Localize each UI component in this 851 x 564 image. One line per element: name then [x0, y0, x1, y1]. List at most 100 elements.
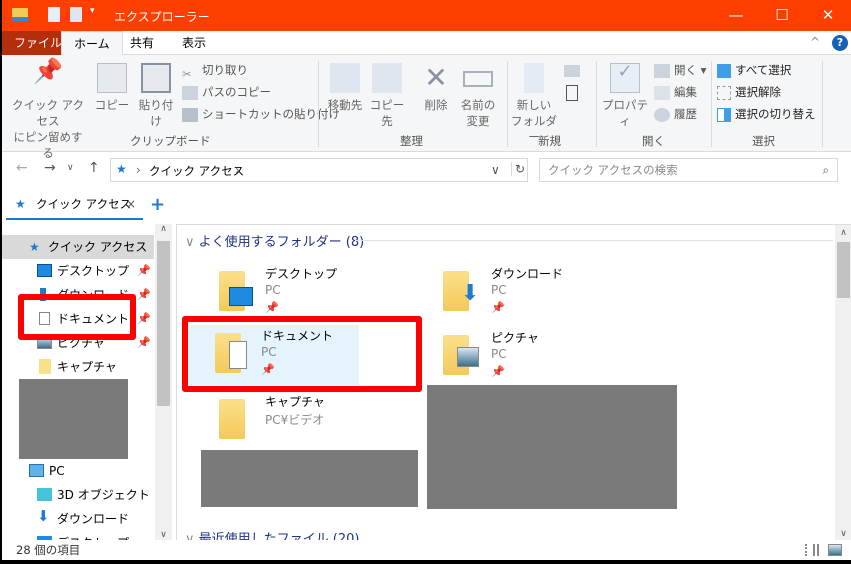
nav-item-pc-desktop[interactable]: デスクトップ — [2, 531, 154, 540]
content-scroll-thumb[interactable] — [837, 242, 850, 298]
select-all-icon — [717, 63, 731, 78]
properties-quick-icon[interactable] — [48, 7, 60, 22]
new-item-icon[interactable] — [564, 65, 580, 77]
desktop-icon — [37, 264, 52, 277]
search-icon: ⌕ — [822, 163, 829, 177]
search-input[interactable]: クイック アクセスの検索 ⌕ — [539, 158, 838, 182]
content-pane: ∨ よく使用するフォルダー (8) デスクトップ PC 📌 ⬇ ダウンロード PC 📌 ド… — [176, 224, 851, 540]
pin-quick-access-button[interactable]: 📌 クイック アクセス にピン留めする — [8, 57, 88, 161]
invert-selection-icon — [717, 107, 731, 122]
pin-icon: 📌 — [33, 57, 63, 85]
frequent-folders-header[interactable]: ∨ よく使用するフォルダー (8) — [185, 231, 364, 250]
divider — [507, 61, 508, 147]
group-new-label: 新規 — [538, 134, 561, 148]
nav-quick-access[interactable]: ★ クイック アクセス — [2, 235, 154, 259]
invert-selection-button[interactable]: 選択の切り替え — [717, 104, 816, 124]
open-button[interactable]: 開く ▾ — [654, 60, 706, 80]
ribbon: 📌 クイック アクセス にピン留めする コピー 貼り付け ✂ 切り取り パスのコピー … — [2, 55, 851, 160]
recent-files-header[interactable]: ∨ 最近使用したファイル (20) — [185, 528, 359, 540]
highlight-box — [182, 316, 422, 392]
tab-label: クイック アクセス — [36, 197, 132, 211]
folder-icon — [219, 399, 245, 439]
new-folder-quick-icon[interactable] — [70, 7, 82, 22]
minimize-button[interactable]: — — [713, 0, 759, 31]
breadcrumb-quick-access[interactable]: クイック アクセス — [149, 163, 244, 179]
copy-button[interactable]: コピー — [94, 63, 130, 113]
large-icons-view-icon[interactable] — [828, 544, 842, 556]
3d-objects-icon — [37, 488, 52, 501]
history-button[interactable]: 履歴 — [654, 104, 697, 124]
select-all-button[interactable]: すべて選択 — [717, 60, 791, 80]
download-icon: ⬇ — [37, 507, 50, 525]
nav-item-capture[interactable]: キャプチャ — [2, 355, 154, 379]
group-organize-label: 整理 — [400, 134, 423, 148]
nav-scroll-thumb[interactable] — [157, 241, 170, 406]
easy-access-icon[interactable] — [566, 85, 578, 101]
quick-access-star-icon: ★ — [116, 162, 127, 176]
new-tab-button[interactable]: + — [150, 194, 165, 215]
divider — [355, 240, 833, 241]
nav-item-desktop[interactable]: デスクトップ 📌 — [2, 259, 154, 283]
recent-locations-icon[interactable]: ∨ — [67, 163, 74, 173]
paste-button[interactable]: 貼り付け — [134, 63, 178, 129]
scissors-icon: ✂ — [182, 66, 192, 81]
copy-path-button[interactable]: パスのコピー — [182, 82, 271, 102]
nav-item-3d-objects[interactable]: 3D オブジェクト — [2, 483, 154, 507]
nav-pc[interactable]: PC — [2, 459, 154, 483]
rename-button[interactable]: 名前の 変更 — [458, 63, 498, 129]
refresh-icon[interactable]: ↻ — [511, 162, 525, 176]
close-tab-icon[interactable]: × — [126, 190, 136, 218]
paste-shortcut-button[interactable]: ショートカットの貼り付け — [182, 104, 340, 124]
folder-tile-capture[interactable]: キャプチャ PC¥ビデオ — [181, 391, 406, 451]
edit-button[interactable]: 編集 — [654, 82, 697, 102]
select-none-button[interactable]: 選択解除 — [717, 82, 781, 102]
tab-share[interactable]: 共有 — [118, 31, 166, 55]
group-clipboard-label: クリップボード — [130, 134, 211, 148]
back-button[interactable]: ← — [16, 160, 28, 176]
up-button[interactable]: ↑ — [88, 160, 100, 176]
folder-tile-desktop[interactable]: デスクトップ PC 📌 — [181, 263, 406, 323]
item-count: 28 個の項目 — [16, 543, 81, 557]
tab-view[interactable]: 表示 — [170, 31, 218, 55]
pin-icon: 📌 — [491, 365, 505, 378]
content-scrollbar[interactable]: ∧ ∨ — [835, 225, 851, 540]
nav-scrollbar[interactable]: ∧ ∨ — [155, 224, 172, 540]
tab-quick-access[interactable]: ★ クイック アクセス × — [6, 190, 143, 220]
divider — [318, 61, 319, 147]
redacted-area — [19, 379, 128, 459]
details-view-icon[interactable] — [805, 544, 819, 556]
cut-button[interactable]: ✂ 切り取り — [182, 60, 248, 81]
redacted-area — [427, 385, 677, 509]
pin-icon: 📌 — [137, 288, 151, 301]
tab-home[interactable]: ホーム — [61, 31, 123, 56]
divider — [711, 61, 712, 147]
pin-icon: 📌 — [137, 312, 151, 325]
breadcrumb-separator: › — [136, 163, 141, 177]
navigation-pane: ★ クイック アクセス デスクトップ 📌 ダウンロード 📌 ドキュメント 📌 ピクチャ 📌… — [2, 224, 172, 540]
divider — [596, 61, 597, 147]
close-button[interactable]: ✕ — [805, 0, 851, 31]
address-bar[interactable]: ★ › クイック アクセス › ∨ ↻ — [110, 158, 528, 182]
copy-icon — [97, 63, 127, 93]
delete-button[interactable]: ✕ 削除 — [418, 63, 454, 113]
new-folder-icon — [524, 63, 544, 93]
address-dropdown-icon[interactable]: ∨ — [491, 163, 500, 177]
properties-icon: ✓ — [610, 63, 640, 93]
move-icon — [330, 63, 360, 93]
pin-icon: 📌 — [265, 301, 279, 314]
collapse-ribbon-icon[interactable]: ^ — [810, 35, 820, 49]
move-to-button[interactable]: 移動先 — [324, 63, 366, 113]
quick-access-star-icon: ★ — [15, 197, 26, 211]
maximize-button[interactable]: ☐ — [759, 0, 805, 31]
customize-toolbar-icon[interactable]: ▾ — [90, 6, 95, 16]
group-open-label: 開く — [642, 134, 665, 148]
nav-item-pc-downloads[interactable]: ⬇ ダウンロード — [2, 507, 154, 531]
properties-button[interactable]: ✓ プロパティ — [600, 63, 650, 129]
forward-button[interactable]: → — [44, 160, 56, 176]
help-icon[interactable]: ? — [832, 35, 848, 51]
shortcut-icon — [182, 107, 198, 122]
folder-tile-downloads[interactable]: ⬇ ダウンロード PC 📌 — [381, 263, 606, 323]
copy-to-button[interactable]: コピー先 — [366, 63, 408, 129]
path-icon — [182, 85, 198, 100]
paste-icon — [141, 63, 171, 93]
